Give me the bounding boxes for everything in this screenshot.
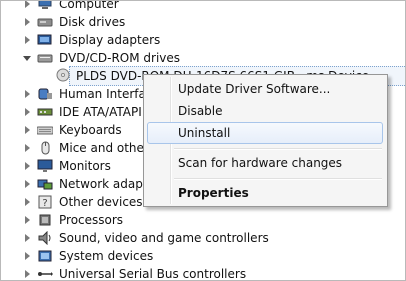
device-manager-window: Computer Disk drives Display adapters DV… [0,0,406,281]
tree-item-sound-video-game[interactable]: Sound, video and game controllers [1,229,401,247]
network-adapter-icon [37,179,53,190]
expand-arrow-icon[interactable] [25,234,30,242]
mouse-icon [41,141,50,155]
tree-item-dvd-cd-rom-drives[interactable]: DVD/CD-ROM drives [1,49,401,67]
system-devices-icon [38,250,52,262]
menu-item-disable[interactable]: Disable [147,100,383,122]
tree-item-computer[interactable]: Computer [1,0,401,13]
tree-item-display-adapters[interactable]: Display adapters [1,31,401,49]
tree-item-label: System devices [59,249,154,263]
expand-arrow-icon[interactable] [25,1,30,8]
tree-item-label: Monitors [59,159,111,173]
expand-arrow-icon[interactable] [25,18,30,26]
other-devices-icon: ? [38,195,52,209]
context-menu: Update Driver Software... Disable Uninst… [143,74,388,207]
hid-icon [38,88,52,100]
expand-arrow-icon[interactable] [25,144,30,152]
disk-drive-icon [37,18,53,27]
processor-icon [39,214,51,226]
menu-item-label: Uninstall [178,126,231,140]
dvd-drive-icon [37,54,53,63]
expand-arrow-icon[interactable] [25,126,30,134]
expand-arrow-icon[interactable] [25,198,30,206]
expand-arrow-icon[interactable] [25,216,30,224]
tree-item-label: Keyboards [59,123,122,137]
tree-item-label: Disk drives [59,15,126,29]
menu-item-update-driver[interactable]: Update Driver Software... [147,78,383,100]
dvd-disc-icon [56,68,70,82]
tree-item-label: Processors [59,213,124,227]
tree-item-label: Computer [59,0,119,11]
menu-item-label: Update Driver Software... [178,82,331,96]
tree-item-usb-controllers[interactable]: Universal Serial Bus controllers [1,265,401,281]
tree-item-label: Sound, video and game controllers [59,231,269,245]
monitor-icon [37,159,53,172]
expand-arrow-icon[interactable] [25,108,30,116]
tree-item-label: Other devices [59,195,143,209]
menu-separator [174,178,382,180]
keyboard-icon [37,126,53,135]
menu-item-uninstall[interactable]: Uninstall [147,122,383,144]
expand-arrow-icon[interactable] [25,162,30,170]
menu-item-label: Disable [178,104,223,118]
expand-arrow-icon[interactable] [25,270,30,278]
expand-arrow-icon[interactable] [25,252,30,260]
display-adapter-icon [37,34,52,45]
menu-item-properties[interactable]: Properties [147,182,383,204]
menu-item-label: Properties [178,186,249,200]
tree-item-label: DVD/CD-ROM drives [59,51,181,65]
svg-text:?: ? [42,198,47,209]
menu-item-scan-hardware[interactable]: Scan for hardware changes [147,152,383,174]
tree-item-processors[interactable]: Processors [1,211,401,229]
menu-separator [174,148,382,150]
expand-arrow-icon[interactable] [25,36,30,44]
sound-icon [38,231,51,245]
expand-arrow-icon[interactable] [25,90,30,98]
tree-item-label: Universal Serial Bus controllers [59,267,247,281]
tree-item-label: Display adapters [59,33,161,47]
collapse-arrow-icon[interactable] [23,56,31,61]
expand-arrow-icon[interactable] [25,180,30,188]
tree-item-system-devices[interactable]: System devices [1,247,401,265]
ide-controller-icon [37,108,53,116]
computer-icon [38,1,52,9]
usb-icon [38,272,53,276]
tree-item-disk-drives[interactable]: Disk drives [1,13,401,31]
menu-item-label: Scan for hardware changes [178,156,343,170]
